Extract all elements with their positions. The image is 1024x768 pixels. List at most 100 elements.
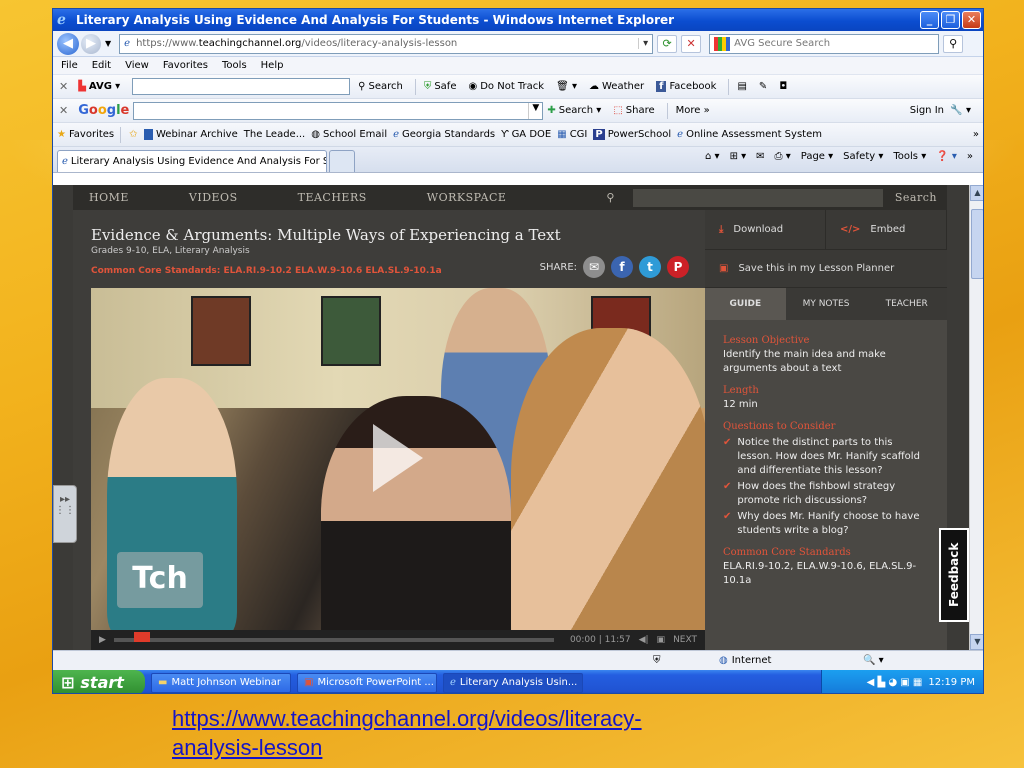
progress-handle[interactable] bbox=[133, 632, 150, 642]
new-tab-button[interactable] bbox=[329, 150, 355, 172]
twitter-share-icon[interactable]: t bbox=[639, 256, 661, 278]
add-favorite-button[interactable]: ✩ bbox=[129, 129, 137, 140]
start-button[interactable]: ⊞ start bbox=[53, 670, 145, 693]
avg-brand[interactable]: ▙ AVG ▾ bbox=[78, 81, 120, 92]
fav-the-leade[interactable]: The Leade... bbox=[244, 129, 306, 140]
next-button[interactable]: NEXT bbox=[673, 635, 697, 645]
chat-button[interactable]: ◘ bbox=[779, 81, 787, 92]
close-button[interactable]: ✕ bbox=[962, 11, 981, 29]
menu-file[interactable]: File bbox=[61, 60, 78, 71]
fav-cgi[interactable]: ▦ CGI bbox=[557, 129, 587, 140]
video-player[interactable]: Tch ▶ 00:00 | 11:57 ◀| ▣ NEXT bbox=[91, 288, 705, 650]
fav-ga-doe[interactable]: Ƴ GA DOE bbox=[501, 129, 551, 140]
share-label: SHARE: bbox=[539, 261, 577, 273]
forward-button[interactable]: ▶ bbox=[81, 33, 101, 54]
fav-powerschool[interactable]: P PowerSchool bbox=[593, 129, 671, 140]
google-search-input[interactable]: ▼ bbox=[133, 101, 544, 120]
google-icon: ✚ bbox=[547, 105, 556, 116]
menu-view[interactable]: View bbox=[125, 60, 149, 71]
refresh-button[interactable]: ⟳ bbox=[657, 34, 678, 53]
search-go-button[interactable]: ⚲ bbox=[943, 34, 964, 53]
lesson-planner-button[interactable]: ▣ Save this in my Lesson Planner bbox=[705, 250, 947, 288]
feedback-tab[interactable]: Feedback bbox=[939, 528, 969, 622]
share-button[interactable]: ⬚ Share bbox=[613, 105, 654, 116]
task-powerpoint[interactable]: ▣ Microsoft PowerPoint ... bbox=[297, 672, 437, 693]
edit-button[interactable]: ✎ bbox=[759, 81, 767, 92]
tab-literary-analysis[interactable]: ℯ Literary Analysis Using Evidence And An… bbox=[57, 150, 327, 172]
tray-icons[interactable]: ◀ ▙ ◕ ▣ ▦ bbox=[867, 677, 923, 688]
avg-search-button[interactable]: ⚲ Search bbox=[358, 81, 403, 92]
nav-teachers[interactable]: TEACHERS bbox=[298, 191, 367, 204]
menu-favorites[interactable]: Favorites bbox=[163, 60, 208, 71]
site-search-button[interactable]: Search bbox=[895, 191, 937, 204]
address-dropdown-icon[interactable]: ▾ bbox=[638, 38, 652, 49]
trash-button[interactable]: 🗑 ▾ bbox=[556, 81, 577, 92]
scroll-thumb[interactable] bbox=[971, 209, 983, 279]
close-toolbar-icon[interactable]: ✕ bbox=[59, 104, 68, 117]
back-button[interactable]: ◀ bbox=[57, 32, 79, 55]
help-icon[interactable]: ❓ ▾ bbox=[936, 151, 957, 162]
nav-videos[interactable]: VIDEOS bbox=[189, 191, 238, 204]
chevron-down-icon[interactable]: ▼ bbox=[528, 102, 542, 119]
overflow-chevron-icon[interactable]: » bbox=[973, 129, 979, 140]
facebook-share-icon[interactable]: f bbox=[611, 256, 633, 278]
task-webinar[interactable]: ▬ Matt Johnson Webinar bbox=[151, 672, 291, 693]
feeds-icon[interactable]: ⊞ ▾ bbox=[730, 151, 747, 162]
task-ie[interactable]: ℯ Literary Analysis Usin... bbox=[443, 672, 583, 693]
stop-button[interactable]: ✕ bbox=[681, 34, 702, 53]
scroll-down-icon[interactable]: ▼ bbox=[970, 634, 983, 650]
pinterest-share-icon[interactable]: P bbox=[667, 256, 689, 278]
nav-home[interactable]: HOME bbox=[89, 191, 129, 204]
fav-online-assessment[interactable]: ℯ Online Assessment System bbox=[677, 129, 822, 140]
history-dropdown-icon[interactable]: ▼ bbox=[105, 39, 111, 48]
scroll-up-icon[interactable]: ▲ bbox=[970, 185, 983, 201]
progress-bar[interactable] bbox=[113, 632, 554, 642]
restore-button[interactable]: ❐ bbox=[941, 11, 960, 29]
search-input[interactable]: AVG Secure Search bbox=[709, 33, 940, 54]
do-not-track-button[interactable]: ◉ Do Not Track bbox=[468, 81, 544, 92]
menu-tools[interactable]: Tools bbox=[222, 60, 247, 71]
play-icon[interactable] bbox=[373, 424, 423, 492]
slide-url-caption[interactable]: https://www.teachingchannel.org/videos/l… bbox=[172, 704, 772, 762]
minimize-button[interactable]: _ bbox=[920, 11, 939, 29]
fav-georgia-standards[interactable]: ℯ Georgia Standards bbox=[393, 129, 495, 140]
download-button[interactable]: ⤓ Download bbox=[705, 210, 826, 249]
fullscreen-icon[interactable]: ▣ bbox=[657, 635, 666, 645]
tab-my-notes[interactable]: MY NOTES bbox=[786, 288, 867, 320]
home-icon[interactable]: ⌂ ▾ bbox=[705, 151, 720, 162]
zoom-control[interactable]: 🔍 ▾ bbox=[863, 655, 884, 666]
embed-button[interactable]: </> Embed bbox=[826, 210, 947, 249]
wrench-icon[interactable]: 🔧 bbox=[950, 105, 962, 116]
video-standards[interactable]: Common Core Standards: ELA.RI.9-10.2 ELA… bbox=[91, 266, 442, 276]
more-button[interactable]: More » bbox=[676, 105, 710, 116]
menu-edit[interactable]: Edit bbox=[92, 60, 111, 71]
safe-button[interactable]: ⛨ Safe bbox=[424, 81, 457, 92]
avg-search-input[interactable] bbox=[132, 78, 351, 95]
tools-menu[interactable]: Tools ▾ bbox=[893, 151, 926, 162]
sign-in-button[interactable]: Sign In 🔧 ▾ bbox=[910, 105, 971, 116]
site-search-input[interactable] bbox=[632, 188, 883, 207]
address-input[interactable]: ℯ https://www. teachingchannel.org/videos… bbox=[119, 33, 654, 54]
print-icon[interactable]: ⎙ ▾ bbox=[775, 151, 791, 162]
page-menu[interactable]: Page ▾ bbox=[801, 151, 833, 162]
close-toolbar-icon[interactable]: ✕ bbox=[59, 80, 68, 93]
facebook-button[interactable]: f Facebook bbox=[656, 81, 716, 92]
safety-menu[interactable]: Safety ▾ bbox=[843, 151, 883, 162]
side-panel-toggle[interactable]: ▸▸ ⋮⋮ bbox=[53, 485, 77, 543]
vertical-scrollbar[interactable]: ▲ ▼ bbox=[969, 185, 983, 650]
menu-help[interactable]: Help bbox=[261, 60, 284, 71]
favorites-button[interactable]: ★ Favorites bbox=[57, 129, 114, 140]
fav-school-email[interactable]: ◍ School Email bbox=[311, 129, 387, 140]
fav-webinar-archive[interactable]: ■ Webinar Archive bbox=[143, 129, 238, 140]
tab-guide[interactable]: GUIDE bbox=[705, 288, 786, 320]
play-small-icon[interactable]: ▶ bbox=[99, 635, 106, 645]
google-search-button[interactable]: ✚ Search ▾ bbox=[547, 105, 601, 116]
notes-button[interactable]: ▤ bbox=[737, 81, 746, 92]
tab-teacher[interactable]: TEACHER bbox=[866, 288, 947, 320]
overflow-chevron-icon[interactable]: » bbox=[967, 151, 973, 162]
mail-icon[interactable]: ✉ bbox=[756, 151, 764, 162]
volume-icon[interactable]: ◀| bbox=[639, 635, 649, 645]
nav-workspace[interactable]: WORKSPACE bbox=[427, 191, 507, 204]
weather-button[interactable]: ☁ Weather bbox=[589, 81, 644, 92]
email-share-icon[interactable]: ✉ bbox=[583, 256, 605, 278]
